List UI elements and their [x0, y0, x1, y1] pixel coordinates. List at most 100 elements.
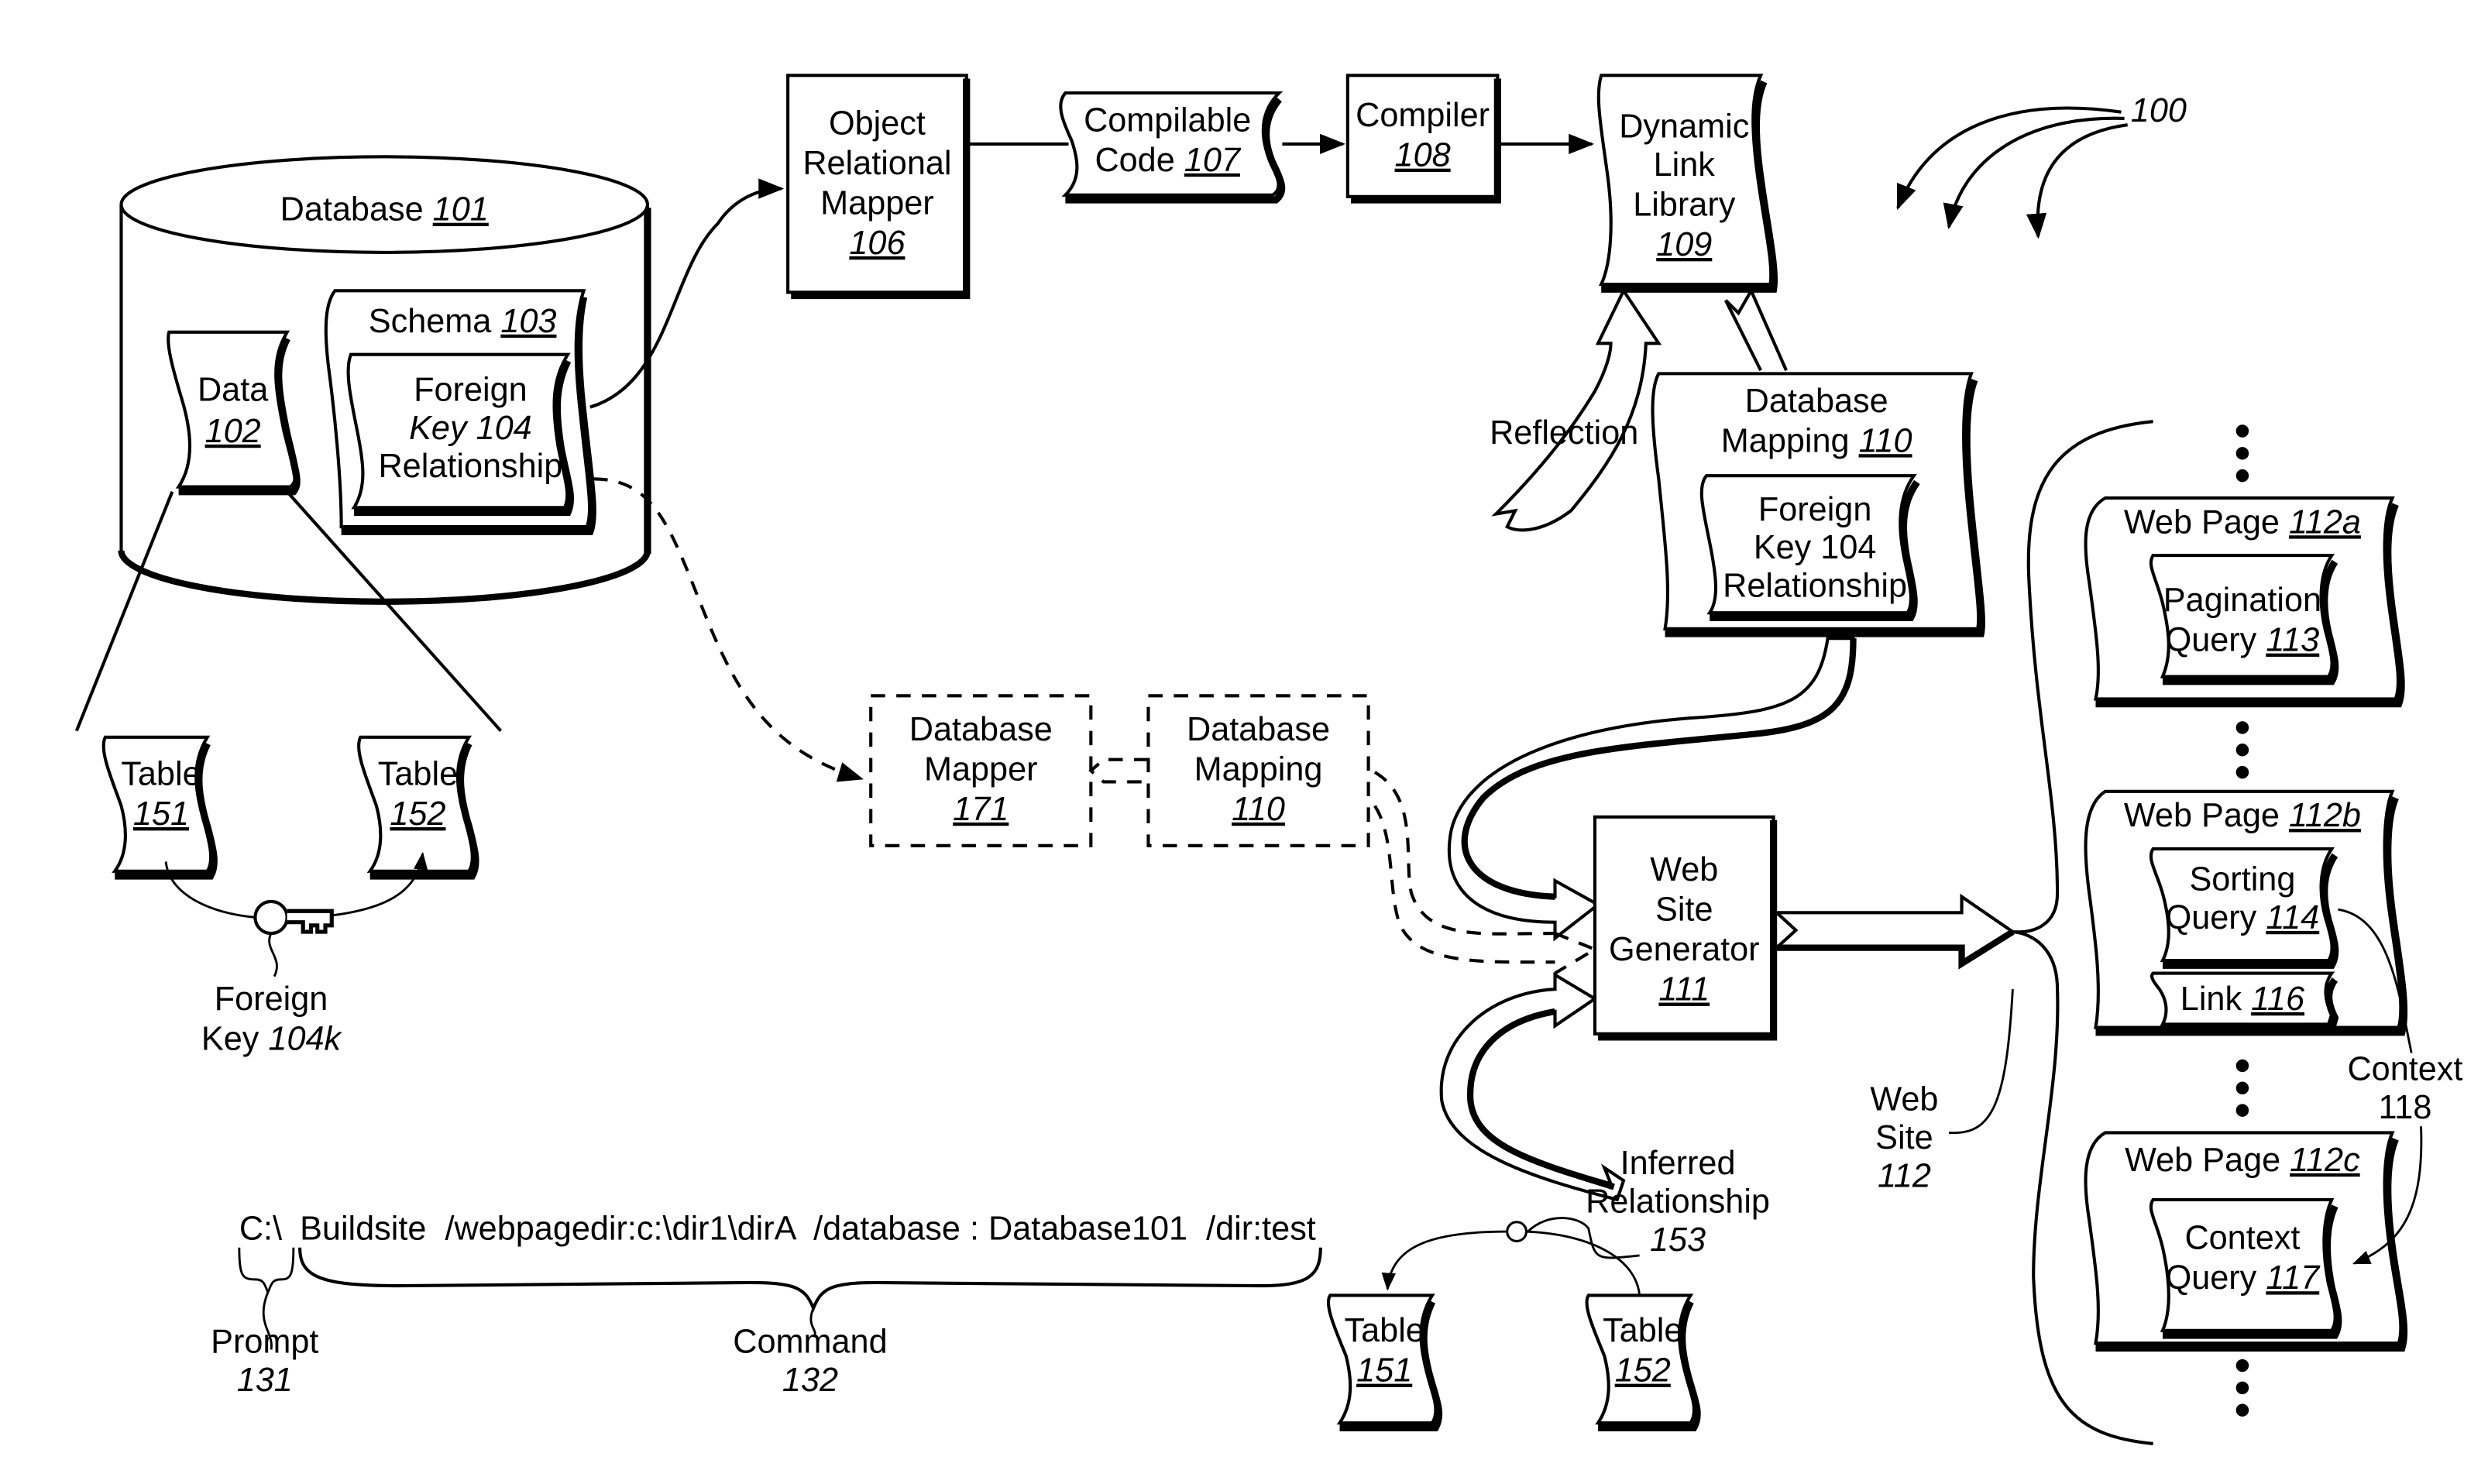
foreign-key-label-line1: Foreign — [215, 981, 328, 1018]
db-mapper-ref: 171 — [953, 791, 1009, 828]
db-mapper-line1: Database — [909, 711, 1053, 748]
dashed-mapping-to-generator-arrow — [1373, 771, 1599, 975]
generator-line2: Site — [1655, 891, 1713, 929]
orm-line3: Mapper — [820, 184, 934, 222]
compiler-ref: 108 — [1395, 137, 1451, 174]
database-mapping-dashed-box[interactable]: Database Mapping 110 — [1146, 694, 1370, 847]
web-page-112a[interactable]: Web Page 112a Pagination Query 113 — [2084, 496, 2405, 708]
data-ref: 102 — [205, 413, 261, 450]
generator-to-website-arrow — [1772, 893, 2016, 970]
table-152-bottom-ref: 152 — [1615, 1352, 1671, 1390]
fk-schema-line2: Key 104 — [409, 410, 532, 447]
prompt-brace — [238, 1247, 295, 1295]
table-151-bottom-label: Table — [1345, 1312, 1424, 1349]
web-page-112b[interactable]: Web Page 112b Sorting Query 114 Link 116 — [2084, 789, 2408, 1036]
key-icon — [253, 899, 334, 936]
inferred-leader — [1527, 1217, 1640, 1259]
database-mapper-171-box[interactable]: Database Mapper 171 — [869, 694, 1093, 847]
pagination-query-line1: Pagination — [2163, 582, 2321, 619]
inferred-line2: Relationship — [1586, 1183, 1770, 1220]
table-152-bottom[interactable]: Table 152 — [1585, 1293, 1701, 1431]
web-site-line2: Site — [1875, 1119, 1933, 1156]
orm-ref: 106 — [849, 225, 906, 262]
generator-line1: Web — [1650, 851, 1718, 888]
prompt-label: Prompt — [211, 1324, 318, 1361]
web-site-line1: Web — [1870, 1081, 1938, 1118]
orm-line2: Relational — [802, 145, 951, 182]
figure-ref-label: 100 — [2131, 92, 2187, 129]
table-152-label: Table — [378, 756, 458, 793]
db-mapping-line2: Mapping 110 — [1721, 422, 1912, 459]
fk-leader — [268, 933, 278, 977]
table-151-left[interactable]: Table 151 — [101, 735, 218, 880]
foreign-key-relationship-schema[interactable]: Foreign Key 104 Relationship — [346, 352, 575, 517]
web-page-112c[interactable]: Web Page 112c Context Query 117 — [2084, 1131, 2408, 1352]
db-mapping-dashed-line1: Database — [1187, 711, 1330, 748]
data-document[interactable]: Data 102 — [167, 330, 301, 496]
reflection-arrow — [1491, 287, 1662, 532]
table-152-ref: 152 — [390, 795, 445, 833]
compiler-label: Compiler — [1356, 97, 1490, 134]
fk-mapping-line3: Relationship — [1723, 568, 1907, 605]
db-mapping-dashed-ref: 110 — [1232, 791, 1285, 828]
db-mapping-line1: Database — [1745, 383, 1888, 420]
context-ref: 118 — [2378, 1089, 2431, 1126]
dll-line3: Library — [1633, 187, 1735, 224]
prompt-ref: 131 — [237, 1362, 293, 1399]
pagination-query-line2: Query 113 — [2166, 622, 2320, 659]
system-diagram: 100 Database 101 Data 102 Schema 103 For… — [74, 74, 2462, 1445]
inferred-link-right — [1526, 1230, 1641, 1296]
table-151-bottom[interactable]: Table 151 — [1326, 1293, 1443, 1431]
code-line1: Compilable — [1084, 101, 1251, 139]
dll-ref: 109 — [1656, 226, 1712, 263]
mapper-mapping-dashed-connector — [1088, 757, 1149, 784]
command-ref: 132 — [782, 1362, 838, 1399]
foreign-key-relationship-mapping[interactable]: Foreign Key 104 Relationship — [1699, 474, 1920, 622]
mapping-dll-link-b — [1723, 299, 1762, 372]
web-site-ref: 112 — [1878, 1157, 1931, 1194]
fk-schema-line1: Foreign — [414, 371, 527, 408]
context-query-line2: Query 117 — [2166, 1259, 2321, 1297]
dll-line2: Link — [1654, 146, 1716, 184]
command-label: Command — [733, 1324, 887, 1361]
table-151-ref: 151 — [133, 795, 189, 833]
prompt-text: C:\ — [239, 1210, 282, 1247]
web-page-112a-label: Web Page 112a — [2124, 503, 2361, 541]
db-mapping-dashed-line2: Mapping — [1194, 751, 1323, 788]
compilable-code-document[interactable]: Compilable Code 107 — [1059, 91, 1286, 204]
sorting-query-line2: Query 114 — [2166, 899, 2320, 936]
inferred-ref: 153 — [1650, 1221, 1706, 1259]
web-page-112b-label: Web Page 112b — [2124, 797, 2361, 834]
dll-line1: Dynamic — [1619, 108, 1749, 146]
foreign-key-label-line2: Key 104k — [201, 1020, 343, 1057]
object-relational-mapper-box[interactable]: Object Relational Mapper 106 — [786, 74, 971, 300]
db-mapper-line2: Mapper — [924, 751, 1038, 788]
schema-label: Schema 103 — [369, 303, 557, 340]
sorting-query-line1: Sorting — [2189, 861, 2295, 898]
web-site-generator-box[interactable]: Web Site Generator 111 — [1593, 815, 1778, 1041]
inferred-link-left — [1381, 1230, 1507, 1291]
data-label: Data — [198, 371, 269, 408]
table-151-bottom-ref: 151 — [1356, 1352, 1412, 1390]
inferred-line1: Inferred — [1620, 1145, 1736, 1182]
web-site-leader — [1948, 989, 2014, 1135]
table-152-bottom-label: Table — [1603, 1312, 1682, 1349]
dynamic-link-library-document[interactable]: Dynamic Link Library 109 — [1596, 74, 1778, 293]
fk-schema-line3: Relationship — [378, 448, 562, 485]
web-page-112c-label: Web Page 112c — [2125, 1142, 2360, 1179]
inferred-node-icon — [1506, 1221, 1528, 1243]
table-151-label: Table — [121, 756, 201, 793]
reflection-label: Reflection — [1490, 414, 1638, 452]
fk-mapping-line1: Foreign — [1758, 491, 1872, 528]
fk-mapping-line2: Key 104 — [1754, 529, 1877, 566]
link-116-label: Link 116 — [2180, 981, 2305, 1018]
table-152-left[interactable]: Table 152 — [357, 735, 479, 880]
context-label: Context — [2347, 1051, 2462, 1088]
context-query-line1: Context — [2184, 1220, 2300, 1257]
database-label: Database 101 — [280, 191, 489, 228]
command-text: Buildsite /webpagedir:c:\dir1\dirA /data… — [300, 1210, 1316, 1247]
compiler-box[interactable]: Compiler 108 — [1345, 74, 1502, 204]
command-brace — [298, 1247, 1322, 1313]
code-line2: Code 107 — [1095, 142, 1241, 179]
figure-reference: 100 — [1896, 92, 2187, 239]
